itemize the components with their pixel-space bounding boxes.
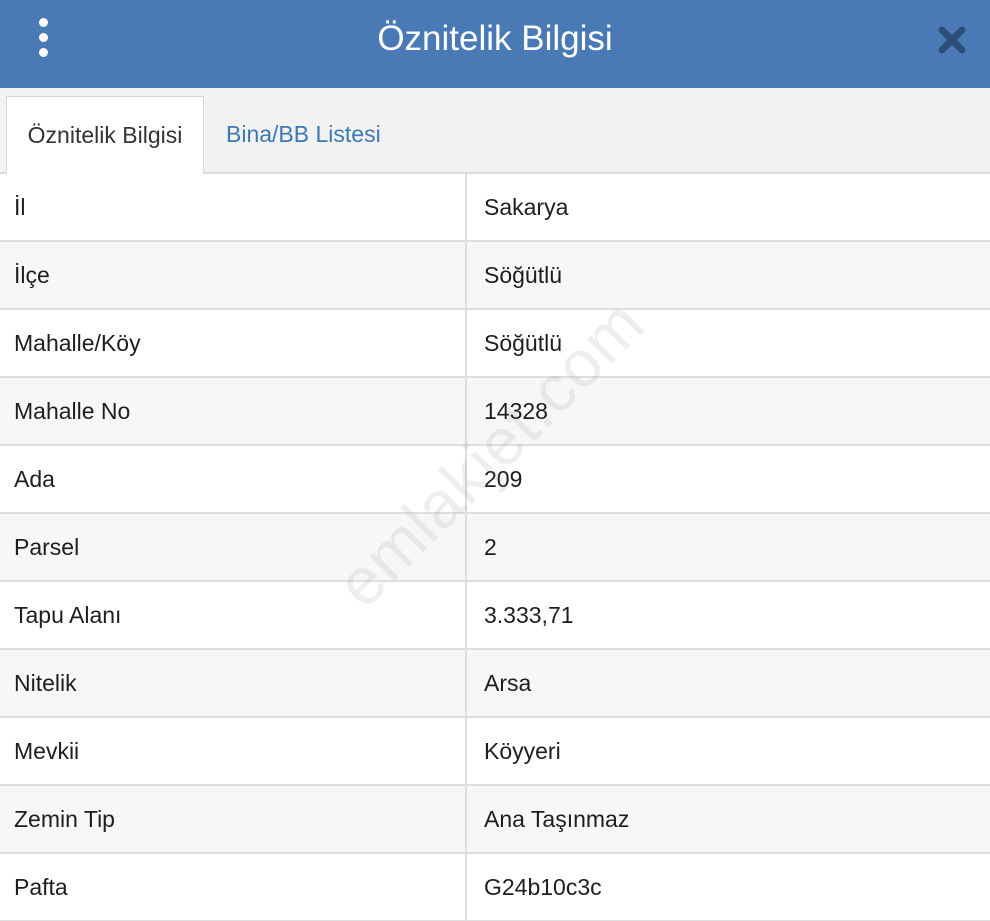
- row-value: Sakarya: [484, 194, 569, 220]
- column-divider: [465, 310, 467, 376]
- column-divider: [465, 174, 467, 240]
- row-key: Mevkii: [14, 738, 80, 764]
- tab-building-list[interactable]: Bina/BB Listesi: [226, 96, 381, 174]
- row-value: 3.333,71: [484, 602, 574, 628]
- column-divider: [465, 514, 467, 580]
- row-key: Mahalle No: [14, 398, 131, 424]
- row-value: G24b10c3c: [484, 874, 602, 900]
- row-key: Nitelik: [14, 670, 77, 696]
- column-divider: [465, 786, 467, 852]
- column-divider: [465, 650, 467, 716]
- table-row: Nitelik Arsa: [0, 650, 990, 718]
- tab-attribute-info[interactable]: Öznitelik Bilgisi: [6, 96, 204, 174]
- row-value: Köyyeri: [484, 738, 561, 764]
- row-key: İl: [14, 194, 26, 220]
- tab-bar: Öznitelik Bilgisi Bina/BB Listesi: [0, 88, 990, 174]
- row-value: Söğütlü: [484, 262, 563, 288]
- window-title: Öznitelik Bilgisi: [377, 19, 613, 58]
- column-divider: [465, 718, 467, 784]
- attribute-info-window: Öznitelik Bilgisi Öznitelik Bilgisi Bina…: [0, 0, 990, 921]
- close-button[interactable]: [936, 24, 968, 56]
- row-value: 2: [484, 534, 497, 560]
- row-value: Arsa: [484, 670, 532, 696]
- row-key: Pafta: [14, 874, 68, 900]
- table-row: Tapu Alanı 3.333,71: [0, 582, 990, 650]
- table-row: Mahalle/Köy Söğütlü: [0, 310, 990, 378]
- table-row: Ada 209: [0, 446, 990, 514]
- row-value: Ana Taşınmaz: [484, 806, 630, 832]
- table-row: Zemin Tip Ana Taşınmaz: [0, 786, 990, 854]
- table-row: Pafta G24b10c3c: [0, 854, 990, 921]
- row-key: Mahalle/Köy: [14, 330, 141, 356]
- column-divider: [465, 854, 467, 920]
- table-row: İlçe Söğütlü: [0, 242, 990, 310]
- table-row: Mevkii Köyyeri: [0, 718, 990, 786]
- column-divider: [465, 582, 467, 648]
- column-divider: [465, 242, 467, 308]
- row-key: Tapu Alanı: [14, 602, 122, 628]
- table-row: Parsel 2: [0, 514, 990, 582]
- row-key: İlçe: [14, 262, 50, 288]
- row-value: 209: [484, 466, 523, 492]
- close-icon: [938, 26, 966, 54]
- attribute-table: İl Sakarya İlçe Söğütlü Mahalle/Köy Söğü…: [0, 174, 990, 921]
- row-key: Zemin Tip: [14, 806, 115, 832]
- table-row: İl Sakarya: [0, 174, 990, 242]
- column-divider: [465, 446, 467, 512]
- column-divider: [465, 378, 467, 444]
- row-key: Parsel: [14, 534, 80, 560]
- row-value: Söğütlü: [484, 330, 563, 356]
- table-row: Mahalle No 14328: [0, 378, 990, 446]
- header-bar: Öznitelik Bilgisi: [0, 0, 990, 88]
- row-key: Ada: [14, 466, 55, 492]
- row-value: 14328: [484, 398, 548, 424]
